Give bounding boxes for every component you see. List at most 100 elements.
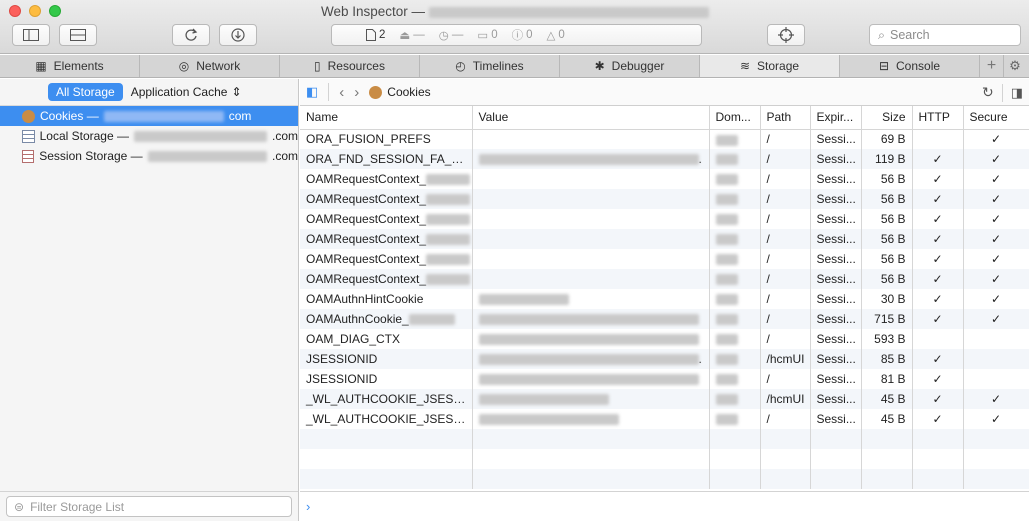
- cookie-rows: ORA_FUSION_PREFS / Sessi... 69 B ✓ ORA_FND_SE…: [300, 129, 1029, 489]
- column-header-name[interactable]: Name: [300, 106, 473, 130]
- sidebar-item-cookies[interactable]: Cookies — com: [0, 106, 298, 126]
- cell-http: [912, 329, 964, 349]
- column-header-domain[interactable]: Dom...: [709, 106, 761, 130]
- zoom-window-button[interactable]: [49, 5, 61, 17]
- cell-secure: ✓: [963, 149, 1029, 169]
- table-row[interactable]: JSESSIONID. /hcmUI Sessi... 85 B ✓: [300, 349, 1029, 369]
- download-archive-button[interactable]: [219, 24, 257, 46]
- table-row[interactable]: ORA_FUSION_PREFS / Sessi... 69 B ✓: [300, 129, 1029, 149]
- toggle-dock-layout-button[interactable]: [59, 24, 97, 46]
- window-title: Web Inspector —: [321, 4, 709, 19]
- warning-count[interactable]: △ 0: [547, 28, 565, 42]
- tab-elements[interactable]: ▦ Elements: [0, 55, 140, 77]
- tab-debugger[interactable]: ✱ Debugger: [560, 55, 700, 77]
- redacted-text: [715, 274, 738, 286]
- cell-secure: ✓: [963, 169, 1029, 189]
- error-count[interactable]: ⓘ 0: [512, 27, 533, 43]
- redacted-text: [715, 154, 738, 166]
- column-header-size[interactable]: Size: [861, 106, 913, 130]
- column-header-expires[interactable]: Expir...: [810, 106, 862, 130]
- sidebar-toggle-icon[interactable]: ◧: [306, 84, 318, 100]
- table-row[interactable]: _WL_AUTHCOOKIE_JSESSIO... / Sessi... 45 B ✓ ✓: [300, 409, 1029, 429]
- close-window-button[interactable]: [9, 5, 21, 17]
- inspect-element-button[interactable]: [767, 24, 805, 46]
- download-icon: [231, 28, 245, 42]
- cell-name: JSESSIONID: [300, 349, 473, 369]
- log-count[interactable]: ▭ 0: [477, 28, 497, 42]
- forward-button[interactable]: ›: [354, 84, 359, 101]
- tab-network[interactable]: ◎ Network: [140, 55, 280, 77]
- divider: [1001, 83, 1003, 102]
- cell-expires: Sessi...: [810, 369, 862, 389]
- table-row[interactable]: OAMAuthnCookie_ / Sessi... 715 B ✓ ✓: [300, 309, 1029, 329]
- redacted-text: [478, 154, 699, 166]
- filter-storage-input[interactable]: ⊜ Filter Storage List: [6, 496, 292, 517]
- table-row[interactable]: [300, 469, 1029, 489]
- table-row[interactable]: OAMRequestContext_ / Sessi... 56 B ✓ ✓: [300, 189, 1029, 209]
- new-tab-button[interactable]: +: [980, 55, 1004, 77]
- cell-expires: [810, 429, 862, 449]
- toggle-details-sidebar-button[interactable]: ◨: [1011, 85, 1023, 101]
- search-input[interactable]: ⌕ Search: [869, 24, 1021, 46]
- table-row[interactable]: [300, 429, 1029, 449]
- cell-value: [472, 229, 710, 249]
- load-time[interactable]: ⏏ —: [399, 28, 424, 42]
- cell-domain: [709, 269, 761, 289]
- tab-timelines[interactable]: ◴ Timelines: [420, 55, 560, 77]
- quick-console[interactable]: ›: [300, 491, 1029, 521]
- table-row[interactable]: OAMRequestContext_ / Sessi... 56 B ✓ ✓: [300, 209, 1029, 229]
- cell-http: ✓: [912, 309, 964, 329]
- table-row[interactable]: OAMRequestContext_ / Sessi... 56 B ✓ ✓: [300, 169, 1029, 189]
- gear-icon: ⚙: [1009, 58, 1021, 73]
- redacted-text: [715, 414, 738, 426]
- tab-storage[interactable]: ≋ Storage: [700, 55, 840, 77]
- minimize-window-button[interactable]: [29, 5, 41, 17]
- cell-name: OAMAuthnCookie_: [300, 309, 473, 329]
- sidebar-item-local-storage[interactable]: Local Storage — .com: [0, 126, 298, 146]
- sidebar-item-session-storage[interactable]: Session Storage — .com: [0, 146, 298, 166]
- column-header-path[interactable]: Path: [760, 106, 811, 130]
- scope-all-storage[interactable]: All Storage: [48, 83, 123, 101]
- cell-size: 56 B: [861, 249, 913, 269]
- database-table-icon: [22, 129, 35, 143]
- table-row[interactable]: OAMRequestContext_ / Sessi... 56 B ✓ ✓: [300, 249, 1029, 269]
- redacted-text: [478, 354, 699, 366]
- table-row[interactable]: JSESSIONID / Sessi... 81 B ✓: [300, 369, 1029, 389]
- refresh-button[interactable]: ↻: [982, 84, 994, 101]
- cookies-table: Name Value Dom... Path Expir... Size HTT…: [300, 106, 1029, 489]
- cell-secure: ✓: [963, 249, 1029, 269]
- table-row[interactable]: OAM_DIAG_CTX / Sessi... 593 B: [300, 329, 1029, 349]
- cell-value: [472, 409, 710, 429]
- column-header-secure[interactable]: Secure: [963, 106, 1029, 130]
- column-header-value[interactable]: Value: [472, 106, 710, 130]
- table-row[interactable]: ORA_FND_SESSION_FA_DEF.... / Sessi... 119 B…: [300, 149, 1029, 169]
- table-row[interactable]: [300, 449, 1029, 469]
- resource-count[interactable]: 2: [366, 29, 385, 41]
- table-row[interactable]: OAMAuthnHintCookie / Sessi... 30 B ✓ ✓: [300, 289, 1029, 309]
- table-row[interactable]: OAMRequestContext_ / Sessi... 56 B ✓ ✓: [300, 269, 1029, 289]
- tab-console[interactable]: ⊟ Console: [840, 55, 980, 77]
- scope-application-cache[interactable]: Application Cache ⇕: [131, 85, 242, 99]
- cell-domain: [709, 349, 761, 369]
- redacted-text: [426, 254, 471, 266]
- table-row[interactable]: OAMRequestContext_ / Sessi... 56 B ✓ ✓: [300, 229, 1029, 249]
- network-icon: ◎: [178, 59, 190, 73]
- settings-button[interactable]: ⚙: [1004, 55, 1026, 77]
- table-row[interactable]: _WL_AUTHCOOKIE_JSESSIO... /hcmUI Sessi... 4…: [300, 389, 1029, 409]
- column-header-http[interactable]: HTTP: [912, 106, 964, 130]
- cell-secure: ✓: [963, 129, 1029, 149]
- transfer-time[interactable]: ◷ —: [439, 28, 464, 42]
- tab-resources[interactable]: ▯ Resources: [280, 55, 420, 77]
- plus-icon: +: [986, 57, 997, 74]
- reload-page-button[interactable]: [172, 24, 210, 46]
- toggle-navigation-sidebar-button[interactable]: [12, 24, 50, 46]
- filter-icon: ⊜: [14, 499, 25, 514]
- cell-expires: Sessi...: [810, 269, 862, 289]
- cell-name: _WL_AUTHCOOKIE_JSESSIO...: [300, 409, 473, 429]
- cell-http: ✓: [912, 369, 964, 389]
- cell-http: [912, 469, 964, 489]
- back-button[interactable]: ‹: [339, 84, 344, 101]
- cell-secure: ✓: [963, 389, 1029, 409]
- cell-path: /: [760, 209, 811, 229]
- breadcrumb[interactable]: Cookies: [369, 85, 431, 99]
